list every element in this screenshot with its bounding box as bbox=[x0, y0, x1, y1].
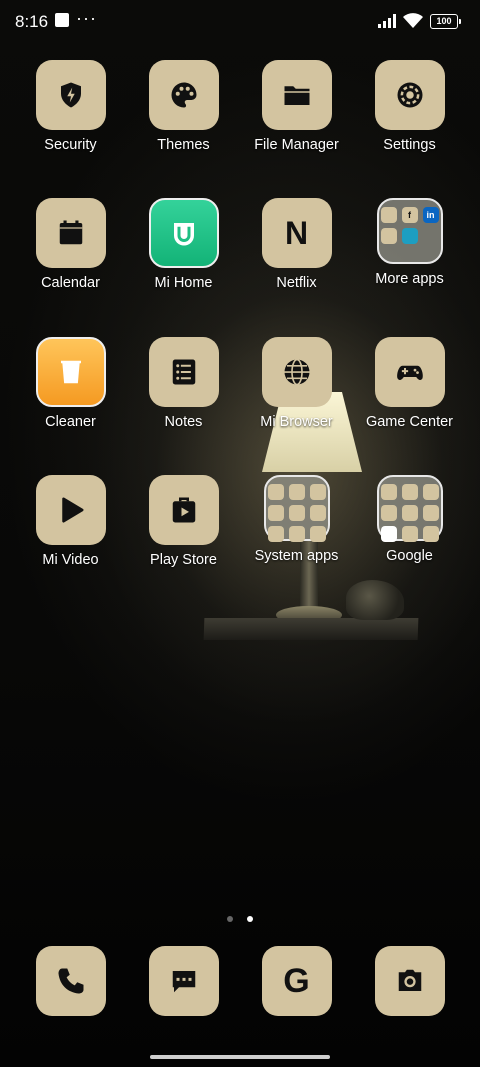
folder-mini-app-icon bbox=[380, 484, 397, 500]
folder-mini-app-icon bbox=[267, 484, 284, 500]
bag-play-icon bbox=[148, 475, 219, 545]
page-indicator bbox=[0, 909, 480, 927]
calendar-icon bbox=[35, 198, 106, 268]
app-security[interactable]: Security bbox=[14, 60, 127, 153]
app-settings[interactable]: Settings bbox=[353, 60, 466, 153]
folder-icon bbox=[261, 60, 332, 130]
folder-mini-app-icon bbox=[267, 505, 284, 521]
app-label: File Manager bbox=[254, 137, 339, 153]
home-gesture-bar[interactable] bbox=[150, 1055, 330, 1059]
app-game-center[interactable]: Game Center bbox=[353, 337, 466, 430]
palette-icon bbox=[148, 60, 219, 130]
app-file-manager[interactable]: File Manager bbox=[240, 60, 353, 153]
linkedin-mini-icon: in bbox=[422, 207, 439, 223]
battery-icon: 100 bbox=[430, 14, 461, 29]
app-label: Security bbox=[44, 137, 97, 153]
folder-more-apps[interactable]: f in More apps bbox=[353, 198, 466, 287]
app-themes[interactable]: Themes bbox=[127, 60, 240, 153]
app-mi-home[interactable]: Mi Home bbox=[127, 198, 240, 291]
folder-mini-app-icon bbox=[288, 526, 305, 542]
app-label: Themes bbox=[157, 137, 210, 153]
app-cleaner[interactable]: Cleaner bbox=[14, 337, 127, 430]
folder-mini-app-icon bbox=[401, 526, 418, 542]
status-bar: 8:16 ··· 100 bbox=[0, 0, 480, 44]
spotify-mini-icon bbox=[380, 228, 397, 244]
folder-mini-app-icon bbox=[288, 505, 305, 521]
phone-icon bbox=[35, 946, 106, 1016]
folder-mini-app-icon bbox=[309, 526, 326, 542]
app-label: Mi Video bbox=[42, 552, 99, 568]
notification-icon bbox=[55, 13, 69, 27]
elephant-figurine bbox=[346, 580, 404, 620]
dock-google[interactable]: G bbox=[240, 946, 353, 1016]
shield-bolt-icon bbox=[35, 60, 106, 130]
app-label: More apps bbox=[375, 271, 444, 287]
message-icon bbox=[148, 946, 219, 1016]
mi-home-icon bbox=[148, 198, 219, 268]
app-mi-video[interactable]: Mi Video bbox=[14, 475, 127, 568]
folder-mini-app-icon bbox=[401, 484, 418, 500]
app-label: Game Center bbox=[365, 414, 454, 430]
play-icon bbox=[35, 475, 106, 545]
app-label: Notes bbox=[164, 414, 203, 430]
dock-messages[interactable] bbox=[127, 946, 240, 1016]
wifi-icon bbox=[403, 13, 423, 28]
folder-preview: f in bbox=[376, 198, 443, 264]
app-label: Settings bbox=[383, 137, 436, 153]
app-label: Mi Home bbox=[154, 275, 213, 291]
google-g-icon: G bbox=[261, 946, 332, 1016]
folder-mini-app-icon bbox=[309, 505, 326, 521]
globe-icon bbox=[261, 337, 332, 407]
folder-mini-app-icon bbox=[380, 505, 397, 521]
app-label: Google bbox=[386, 548, 433, 564]
side-table bbox=[203, 618, 419, 640]
facebook-mini-icon: f bbox=[401, 207, 418, 223]
more-notifications-icon: ··· bbox=[76, 8, 97, 28]
folder-mini-app-icon bbox=[288, 484, 305, 500]
gear-icon bbox=[374, 60, 445, 130]
app-notes[interactable]: Notes bbox=[127, 337, 240, 430]
app-label: Mi Browser bbox=[260, 414, 333, 430]
folder-mini-app-icon bbox=[267, 526, 284, 542]
notes-icon bbox=[148, 337, 219, 407]
status-time: 8:16 bbox=[15, 12, 49, 31]
page-dot[interactable] bbox=[226, 916, 233, 922]
google-g-letter: G bbox=[283, 961, 310, 1000]
gamepad-icon bbox=[374, 337, 445, 407]
app-label: System apps bbox=[254, 548, 339, 564]
signal-icon bbox=[378, 14, 396, 28]
app-mi-browser[interactable]: Mi Browser bbox=[240, 337, 353, 430]
folder-mini-app-icon bbox=[309, 484, 326, 500]
trash-icon bbox=[35, 337, 106, 407]
netflix-icon: N bbox=[261, 198, 332, 268]
folder-mini-app-icon bbox=[422, 526, 439, 542]
folder-preview bbox=[263, 475, 330, 542]
netflix-letter: N bbox=[284, 214, 309, 251]
folder-mini-app-icon bbox=[380, 207, 397, 223]
app-label: Netflix bbox=[276, 275, 317, 291]
app-calendar[interactable]: Calendar bbox=[14, 198, 127, 291]
app-play-store[interactable]: Play Store bbox=[127, 475, 240, 568]
app-netflix[interactable]: N Netflix bbox=[240, 198, 353, 291]
app-label: Cleaner bbox=[45, 414, 96, 430]
folder-google[interactable]: Google bbox=[353, 475, 466, 564]
wallet-mini-icon bbox=[401, 228, 418, 244]
dock-phone[interactable] bbox=[14, 946, 127, 1016]
folder-mini-app-icon bbox=[380, 526, 397, 542]
folder-mini-app-icon bbox=[422, 484, 439, 500]
folder-mini-app-icon bbox=[401, 505, 418, 521]
dock-camera[interactable] bbox=[353, 946, 466, 1016]
folder-system-apps[interactable]: System apps bbox=[240, 475, 353, 564]
folder-mini-app-icon bbox=[422, 505, 439, 521]
app-label: Calendar bbox=[41, 275, 100, 291]
page-dot-active[interactable] bbox=[247, 916, 254, 922]
camera-icon bbox=[374, 946, 445, 1016]
folder-preview bbox=[376, 475, 443, 542]
app-label: Play Store bbox=[150, 552, 217, 568]
